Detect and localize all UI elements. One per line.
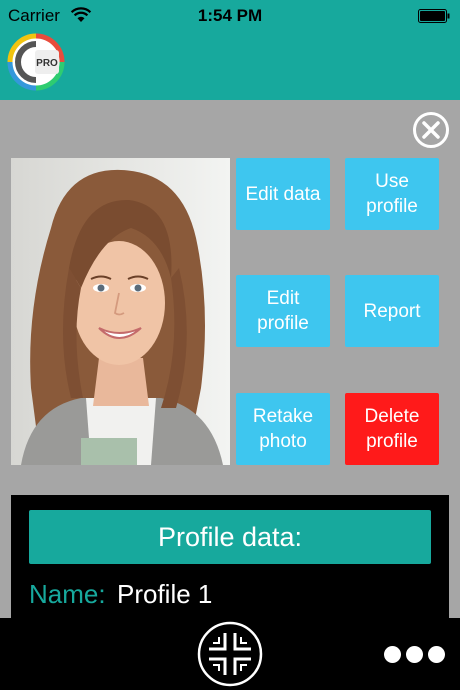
profile-data-header: Profile data: (29, 510, 431, 564)
edit-profile-button[interactable]: Edit profile (236, 275, 330, 347)
profile-data-panel: Profile data: Name: Profile 1 (11, 495, 449, 618)
profile-detail-panel: Edit data Use profile Edit profile Repor… (0, 100, 460, 618)
close-button[interactable] (413, 112, 449, 148)
bottom-toolbar (0, 618, 460, 690)
use-profile-button[interactable]: Use profile (345, 158, 439, 230)
logo-pro-text: PRO (36, 58, 58, 69)
more-icon (384, 646, 401, 663)
report-button[interactable]: Report (345, 275, 439, 347)
close-icon (422, 121, 440, 139)
app-logo-icon[interactable]: PRO (6, 30, 70, 94)
name-label: Name: (29, 579, 106, 609)
profile-photo (11, 158, 230, 465)
edit-data-button[interactable]: Edit data (236, 158, 330, 230)
scan-icon[interactable] (197, 621, 263, 687)
status-bar: Carrier 1:54 PM (0, 0, 460, 32)
battery-icon (418, 9, 450, 23)
more-button[interactable] (380, 642, 450, 666)
delete-profile-button[interactable]: Delete profile (345, 393, 439, 465)
more-icon (406, 646, 423, 663)
app-header: Carrier 1:54 PM PRO (0, 0, 460, 100)
retake-photo-button[interactable]: Retake photo (236, 393, 330, 465)
status-time: 1:54 PM (197, 6, 263, 25)
more-icon (428, 646, 445, 663)
name-value: Profile 1 (117, 579, 213, 609)
